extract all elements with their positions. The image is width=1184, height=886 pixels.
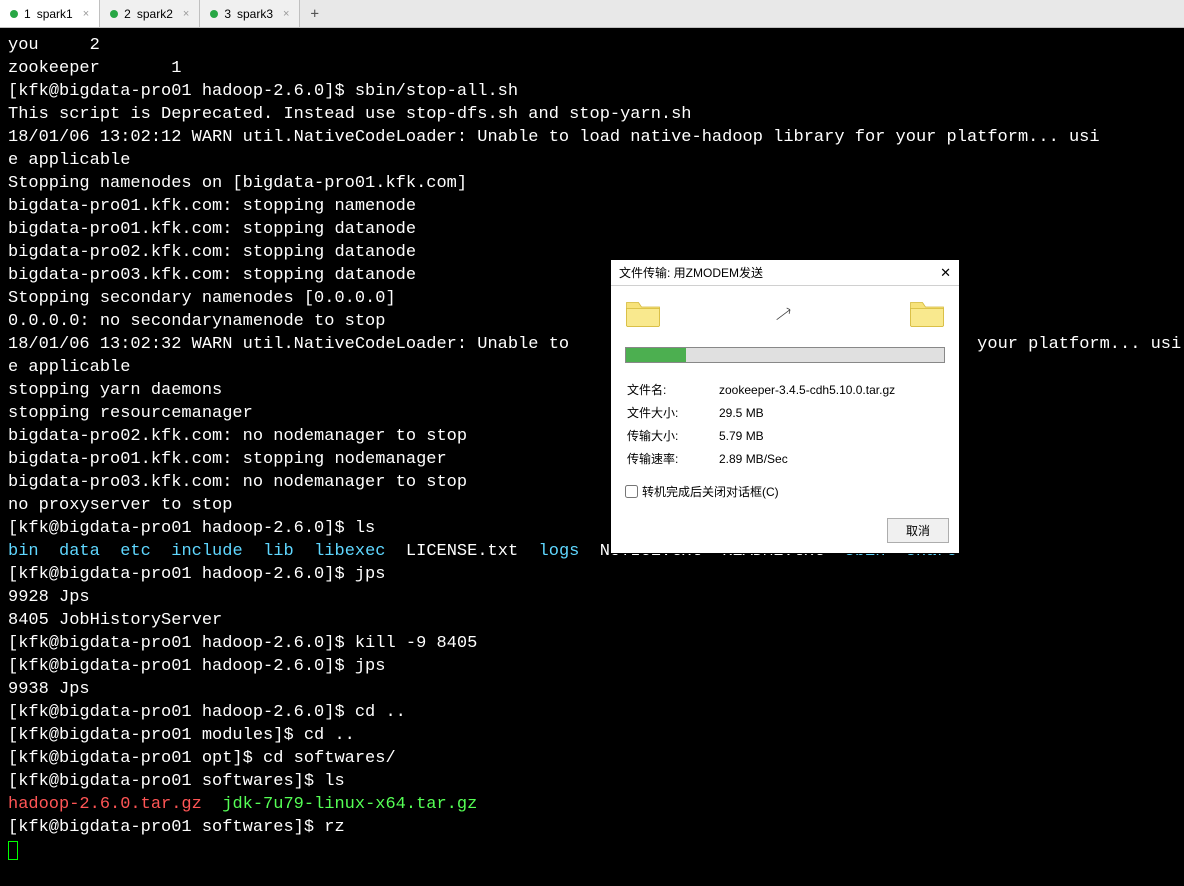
- terminal-line: [kfk@bigdata-pro01 hadoop-2.6.0]$ jps: [8, 657, 385, 676]
- terminal-line: you 2: [8, 36, 100, 55]
- progress-bar: [625, 347, 945, 363]
- terminal-line: [kfk@bigdata-pro01 hadoop-2.6.0]$ jps: [8, 565, 385, 584]
- terminal-line: e applicable: [8, 358, 130, 377]
- rate-label: 传输速率:: [627, 448, 717, 469]
- terminal-line: [kfk@bigdata-pro01 opt]$ cd softwares/: [8, 749, 396, 768]
- terminal-line: 8405 JobHistoryServer: [8, 611, 222, 630]
- close-icon[interactable]: ✕: [940, 265, 951, 281]
- tab-index: 3: [224, 7, 231, 21]
- terminal-line: 18/01/06 13:02:12 WARN util.NativeCodeLo…: [8, 128, 1100, 147]
- tab-label: spark2: [137, 7, 173, 21]
- filename-value: zookeeper-3.4.5-cdh5.10.0.tar.gz: [719, 379, 943, 400]
- new-tab-button[interactable]: +: [300, 0, 328, 27]
- terminal-line: zookeeper 1: [8, 59, 181, 78]
- terminal-line: Stopping namenodes on [bigdata-pro01.kfk…: [8, 174, 467, 193]
- close-on-complete-row[interactable]: 转机完成后关闭对话框(C): [625, 483, 945, 500]
- terminal-line: e applicable: [8, 151, 130, 170]
- tab-index: 1: [24, 7, 31, 21]
- terminal-line: Stopping secondary namenodes [0.0.0.0]: [8, 289, 396, 308]
- terminal-line: [kfk@bigdata-pro01 hadoop-2.6.0]$ ls: [8, 519, 375, 538]
- status-dot-icon: [10, 10, 18, 18]
- dir-etc: etc: [120, 542, 151, 561]
- terminal-line: 18/01/06 13:02:32 WARN util.NativeCodeLo…: [8, 335, 569, 354]
- close-icon[interactable]: ×: [183, 8, 189, 20]
- file-jdk-archive: jdk-7u79-linux-x64.tar.gz: [222, 795, 477, 814]
- close-icon[interactable]: ×: [283, 8, 289, 20]
- terminal-line: bigdata-pro01.kfk.com: stopping namenode: [8, 197, 416, 216]
- terminal-line: bigdata-pro01.kfk.com: stopping nodemana…: [8, 450, 447, 469]
- status-dot-icon: [110, 10, 118, 18]
- dir-data: data: [59, 542, 100, 561]
- terminal-line: 0.0.0.0: no secondarynamenode to stop: [8, 312, 385, 331]
- transfersize-label: 传输大小:: [627, 425, 717, 446]
- terminal-line: [kfk@bigdata-pro01 softwares]$ rz: [8, 818, 345, 837]
- terminal-line: 9938 Jps: [8, 680, 90, 699]
- transfer-info-table: 文件名: zookeeper-3.4.5-cdh5.10.0.tar.gz 文件…: [625, 377, 945, 471]
- terminal-line: stopping yarn daemons: [8, 381, 222, 400]
- folder-source-icon: [625, 298, 661, 331]
- arrow-right-icon: [774, 303, 796, 326]
- cursor: [8, 841, 18, 860]
- terminal-line: bigdata-pro02.kfk.com: no nodemanager to…: [8, 427, 467, 446]
- filesize-label: 文件大小:: [627, 402, 717, 423]
- dialog-title-text: 文件传输: 用ZMODEM发送: [619, 264, 763, 281]
- terminal-line: bigdata-pro02.kfk.com: stopping datanode: [8, 243, 416, 262]
- tab-spark2[interactable]: 2 spark2 ×: [100, 0, 200, 27]
- close-on-complete-label: 转机完成后关闭对话框(C): [642, 483, 779, 500]
- terminal-line: bigdata-pro03.kfk.com: stopping datanode: [8, 266, 416, 285]
- tab-bar: 1 spark1 × 2 spark2 × 3 spark3 × +: [0, 0, 1184, 28]
- terminal-line: no proxyserver to stop: [8, 496, 232, 515]
- terminal-line: bigdata-pro01.kfk.com: stopping datanode: [8, 220, 416, 239]
- tab-spark3[interactable]: 3 spark3 ×: [200, 0, 300, 27]
- terminal-line: stopping resourcemanager: [8, 404, 253, 423]
- tab-label: spark3: [237, 7, 273, 21]
- terminal-line: [kfk@bigdata-pro01 hadoop-2.6.0]$ kill -…: [8, 634, 477, 653]
- tab-index: 2: [124, 7, 131, 21]
- dir-lib: lib: [263, 542, 294, 561]
- terminal-line: [kfk@bigdata-pro01 softwares]$ ls: [8, 772, 345, 791]
- terminal-line: [kfk@bigdata-pro01 hadoop-2.6.0]$ cd ..: [8, 703, 406, 722]
- file-license: LICENSE.txt: [406, 542, 518, 561]
- tab-spark1[interactable]: 1 spark1 ×: [0, 0, 100, 27]
- close-on-complete-checkbox[interactable]: [625, 485, 638, 498]
- close-icon[interactable]: ×: [83, 8, 89, 20]
- filename-label: 文件名:: [627, 379, 717, 400]
- terminal-line: [kfk@bigdata-pro01 hadoop-2.6.0]$ sbin/s…: [8, 82, 518, 101]
- progress-fill: [626, 348, 686, 362]
- dir-include: include: [171, 542, 242, 561]
- terminal-line: This script is Deprecated. Instead use s…: [8, 105, 692, 124]
- transfersize-value: 5.79 MB: [719, 425, 943, 446]
- dir-logs: logs: [539, 542, 580, 561]
- filesize-value: 29.5 MB: [719, 402, 943, 423]
- tab-label: spark1: [37, 7, 73, 21]
- terminal-line: bigdata-pro03.kfk.com: no nodemanager to…: [8, 473, 467, 492]
- file-hadoop-archive: hadoop-2.6.0.tar.gz: [8, 795, 202, 814]
- dir-bin: bin: [8, 542, 39, 561]
- rate-value: 2.89 MB/Sec: [719, 448, 943, 469]
- terminal-line: 9928 Jps: [8, 588, 90, 607]
- cancel-button[interactable]: 取消: [887, 518, 949, 543]
- terminal-line: [kfk@bigdata-pro01 modules]$ cd ..: [8, 726, 355, 745]
- folder-dest-icon: [909, 298, 945, 331]
- terminal-line: your platform... usi: [977, 335, 1181, 354]
- terminal[interactable]: you 2 zookeeper 1 [kfk@bigdata-pro01 had…: [0, 28, 1184, 886]
- dir-libexec: libexec: [314, 542, 385, 561]
- status-dot-icon: [210, 10, 218, 18]
- file-transfer-dialog: 文件传输: 用ZMODEM发送 ✕ 文件名: zookeeper-3.4.5-c…: [610, 259, 960, 554]
- dialog-titlebar[interactable]: 文件传输: 用ZMODEM发送 ✕: [611, 260, 959, 286]
